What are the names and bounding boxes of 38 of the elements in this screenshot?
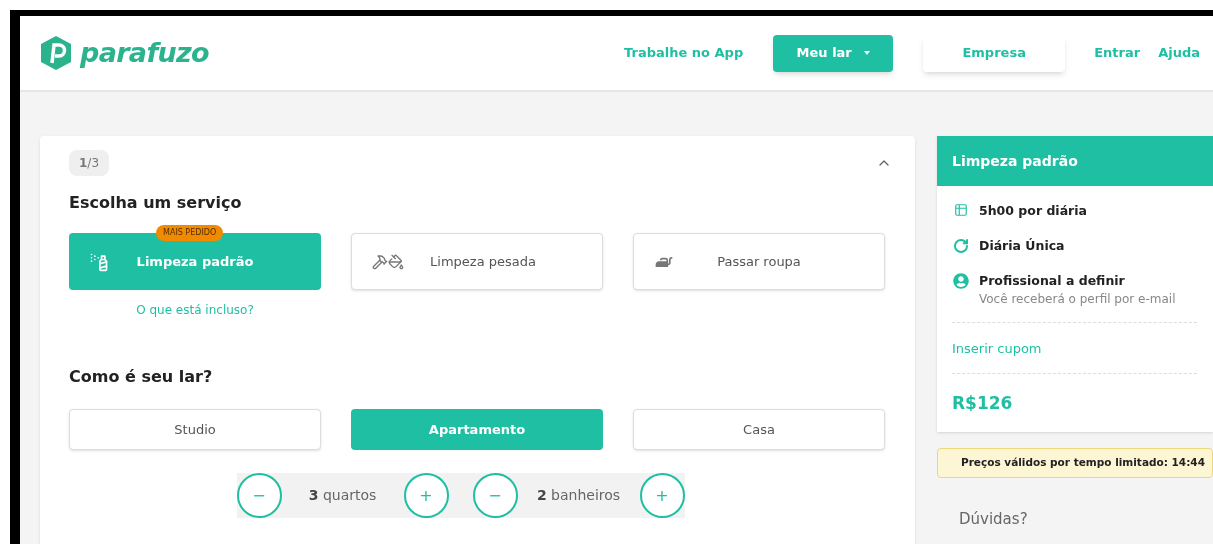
logo-icon [38,35,74,71]
home-type-option[interactable]: Studio [69,409,321,450]
logo-text: parafuzo [80,35,209,70]
refresh-icon [952,237,969,254]
summary-title: Limpeza padrão [952,151,1078,171]
user-icon [952,272,969,289]
section-title: Escolha um serviço [69,192,243,214]
popular-badge: MAIS PEDIDO [156,225,224,241]
empresa-button[interactable]: Empresa [923,34,1066,72]
price: R$126 [952,391,1014,415]
list-icon [953,203,968,217]
nav-link[interactable]: Trabalhe no App [624,43,744,63]
included-link[interactable]: O que está incluso? [136,301,254,319]
spray-bottle-icon [89,251,109,272]
service-option[interactable]: Passar roupa [633,233,885,290]
nav-link[interactable]: Entrar [1094,43,1141,63]
service-option[interactable]: Limpeza pesada [351,233,603,290]
caret-icon [863,51,870,55]
coupon-link[interactable]: Inserir cupom [952,339,1198,359]
summary-item: Profissional a definir [979,271,1126,290]
increment-button[interactable]: + [403,473,449,518]
section-title: Como é seu lar? [69,366,214,388]
decrement-button[interactable]: − [472,473,518,518]
summary-detail: Você receberá o perfil por e-mail [979,291,1176,309]
step-indicator: 1/3 [69,150,110,176]
decrement-button[interactable]: − [236,473,282,518]
nav-link[interactable]: Ajuda [1158,43,1200,63]
home-type-option[interactable]: Casa [633,409,885,450]
increment-button[interactable]: + [639,473,685,518]
counter-value: 3 quartos [307,486,378,505]
counter-value: 2 banheiros [535,486,622,505]
price-notice: Preços válidos por tempo limitado: 14:44 [937,448,1213,479]
home-type-option[interactable]: Apartamento [351,409,603,450]
help-title: Dúvidas? [959,509,1029,531]
summary-item: Diária Única [979,236,1065,255]
hammer-bucket-icon [372,253,404,270]
summary-item: 5h00 por diária [979,202,1087,220]
meu-lar-dropdown[interactable]: Meu lar [773,34,894,72]
